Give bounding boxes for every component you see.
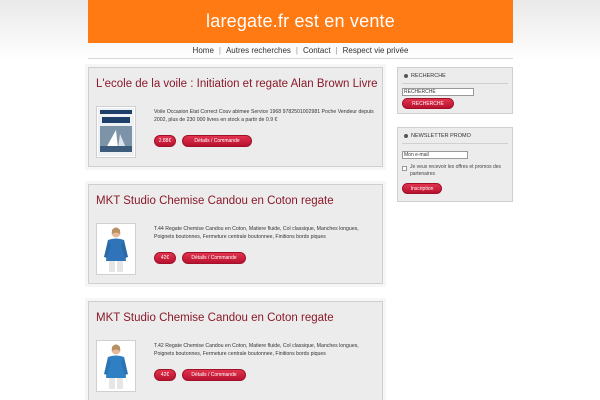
- nav-autres-recherches[interactable]: Autres recherches: [221, 46, 296, 55]
- product-description: Voile Occasion Etat Correct Couv abimee …: [154, 109, 374, 124]
- bullet-icon: [404, 134, 408, 138]
- price-button[interactable]: 42€: [154, 252, 176, 264]
- product-thumbnail[interactable]: [96, 106, 136, 158]
- site-title: laregate.fr est en vente: [206, 11, 395, 31]
- email-field[interactable]: [402, 151, 468, 159]
- product-title[interactable]: MKT Studio Chemise Candou en Coton regat…: [96, 312, 334, 324]
- search-widget: RECHERCHE RECHERCHE: [397, 67, 513, 114]
- product-title[interactable]: MKT Studio Chemise Candou en Coton regat…: [96, 195, 334, 207]
- nav-contact[interactable]: Contact: [298, 46, 336, 55]
- site-header: laregate.fr est en vente: [88, 0, 513, 43]
- optin-label: Je veux recevoir les offres et promos de…: [410, 164, 502, 177]
- details-button[interactable]: Détails / Commande: [182, 135, 252, 147]
- price-button[interactable]: 42€: [154, 369, 176, 381]
- search-heading: RECHERCHE: [404, 73, 446, 79]
- newsletter-heading-label: NEWSLETTER PROMO: [411, 133, 471, 139]
- price-button[interactable]: 2.88€: [154, 135, 176, 147]
- nav-home[interactable]: Home: [188, 46, 219, 55]
- main-nav: Home | Autres recherches | Contact | Res…: [88, 43, 513, 58]
- details-button[interactable]: Détails / Commande: [182, 369, 246, 381]
- book-cover-icon: [98, 108, 134, 156]
- widget-divider: [402, 143, 508, 144]
- newsletter-widget: NEWSLETTER PROMO Je veux recevoir les of…: [397, 127, 513, 202]
- product-card: MKT Studio Chemise Candou en Coton regat…: [88, 301, 383, 400]
- search-heading-label: RECHERCHE: [411, 73, 446, 79]
- shirt-model-icon: [98, 225, 134, 273]
- nav-respect-vie-privee[interactable]: Respect vie privée: [338, 46, 414, 55]
- widget-divider: [402, 83, 508, 84]
- product-thumbnail[interactable]: [96, 340, 136, 392]
- bullet-icon: [404, 74, 408, 78]
- product-thumbnail[interactable]: [96, 223, 136, 275]
- product-description: T.44 Regate Chemise Candou en Coton, Mat…: [154, 226, 359, 241]
- product-description: T.42 Regate Chemise Candou en Coton, Mat…: [154, 343, 359, 358]
- details-button[interactable]: Détails / Commande: [182, 252, 246, 264]
- newsletter-heading: NEWSLETTER PROMO: [404, 133, 471, 139]
- search-button[interactable]: RECHERCHE: [402, 98, 454, 109]
- product-card: L'ecole de la voile : Initiation et rega…: [88, 67, 383, 167]
- subscribe-button[interactable]: Inscription: [402, 183, 442, 194]
- shirt-model-icon: [98, 342, 134, 390]
- product-title[interactable]: L'ecole de la voile : Initiation et rega…: [96, 78, 378, 90]
- search-input[interactable]: [402, 88, 474, 96]
- nav-divider: [88, 58, 513, 59]
- optin-checkbox[interactable]: [402, 166, 407, 171]
- product-card: MKT Studio Chemise Candou en Coton regat…: [88, 184, 383, 284]
